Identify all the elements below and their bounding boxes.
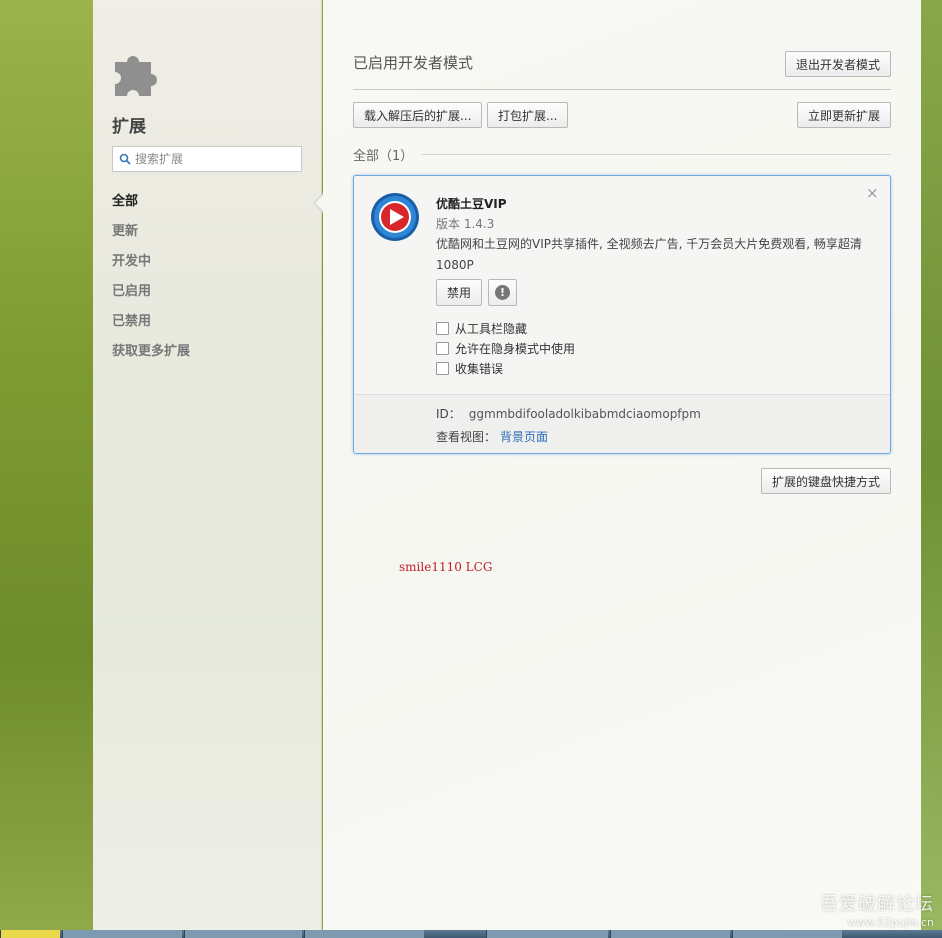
taskbar-item[interactable]: [732, 930, 842, 938]
taskbar-item[interactable]: [304, 930, 424, 938]
taskbar-item[interactable]: [184, 930, 302, 938]
keyboard-shortcuts-button[interactable]: 扩展的键盘快捷方式: [761, 468, 892, 494]
main-panel: 已启用开发者模式 退出开发者模式 载入解压后的扩展... 打包扩展... 立即更…: [323, 0, 921, 930]
option-label: 收集错误: [455, 362, 504, 376]
taskbar-item[interactable]: [486, 930, 608, 938]
extension-version: 版本 1.4.3: [436, 217, 495, 231]
extension-card: 优酷土豆VIP 版本 1.4.3 优酷网和土豆网的VIP共享插件, 全视频去广告…: [353, 175, 891, 454]
sidebar-item-developing[interactable]: 开发中: [112, 250, 190, 280]
section-divider: [421, 154, 891, 155]
dev-mode-title: 已启用开发者模式: [353, 54, 474, 72]
taskbar-item[interactable]: [610, 930, 730, 938]
active-nav-pointer-inner: [315, 195, 323, 211]
author-watermark: smile1110 LCG: [399, 560, 493, 574]
play-icon: [371, 193, 419, 241]
option-label: 允许在隐身模式中使用: [455, 342, 576, 356]
sidebar-item-disabled[interactable]: 已禁用: [112, 310, 190, 340]
divider: [353, 89, 891, 90]
extension-name: 优酷土豆VIP: [436, 197, 507, 211]
sidebar-nav: 全部 更新 开发中 已启用 已禁用 获取更多扩展: [112, 190, 190, 370]
exit-dev-mode-button[interactable]: 退出开发者模式: [785, 51, 892, 77]
search-input[interactable]: [135, 150, 295, 168]
search-box[interactable]: [112, 146, 302, 172]
site-watermark-title: 吾爱破解论坛: [820, 894, 934, 915]
sidebar-item-enabled[interactable]: 已启用: [112, 280, 190, 310]
hide-toolbar-checkbox[interactable]: [436, 322, 449, 335]
sidebar-item-updates[interactable]: 更新: [112, 220, 190, 250]
id-label: ID：: [436, 407, 461, 421]
background-page-link[interactable]: 背景页面: [500, 430, 548, 444]
allow-incognito-checkbox[interactable]: [436, 342, 449, 355]
update-now-button[interactable]: 立即更新扩展: [797, 102, 892, 128]
page-title: 扩展: [112, 117, 146, 137]
inspect-views-row: 查看视图： 背景页面: [436, 428, 548, 445]
option-label: 从工具栏隐藏: [455, 322, 528, 336]
sidebar-item-all[interactable]: 全部: [112, 190, 190, 220]
desktop-background-left: [0, 0, 93, 930]
section-label-all: 全部（1）: [353, 149, 414, 164]
exclamation-icon: !: [495, 285, 510, 300]
search-icon: [119, 153, 131, 165]
site-watermark-url: www.52pojie.cn: [847, 916, 934, 929]
sidebar-item-get-more[interactable]: 获取更多扩展: [112, 340, 190, 370]
site-watermark: 吾爱破解论坛 www.52pojie.cn: [820, 890, 934, 929]
load-unpacked-button[interactable]: 载入解压后的扩展...: [353, 102, 483, 128]
taskbar-start-button[interactable]: [0, 930, 60, 938]
sidebar: 扩展 全部 更新 开发中 已启用 已禁用 获取更多扩展: [93, 0, 322, 930]
puzzle-piece-icon: [115, 56, 157, 96]
extension-id-row: ID： ggmmbdifooladolkibabmdciaomopfpm: [436, 405, 701, 422]
extension-description: 优酷网和土豆网的VIP共享插件, 全视频去广告, 千万会员大片免费观看, 畅享超…: [436, 237, 862, 272]
taskbar-item[interactable]: [62, 930, 182, 938]
details-button[interactable]: !: [488, 279, 517, 306]
id-value: ggmmbdifooladolkibabmdciaomopfpm: [468, 407, 701, 421]
remove-extension-close-icon[interactable]: ×: [866, 184, 879, 202]
disable-button[interactable]: 禁用: [436, 279, 483, 306]
desktop-background-right: [921, 0, 942, 930]
extension-footer: ID： ggmmbdifooladolkibabmdciaomopfpm 查看视图…: [354, 394, 890, 453]
pack-extension-button[interactable]: 打包扩展...: [487, 102, 569, 128]
inspect-views-label: 查看视图：: [436, 430, 497, 444]
collect-errors-checkbox[interactable]: [436, 362, 449, 375]
